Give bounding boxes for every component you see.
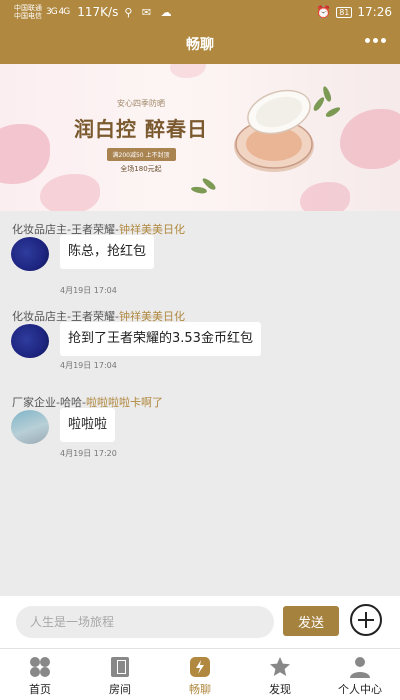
petal-decoration [340, 109, 400, 169]
tab-chat[interactable]: 畅聊 [160, 649, 240, 700]
petal-decoration [300, 182, 350, 211]
clock: 17:26 [357, 5, 392, 19]
tab-label: 个人中心 [338, 683, 382, 696]
network-speed: 117K/s [77, 5, 119, 19]
star-icon [270, 657, 290, 676]
send-button[interactable]: 发送 [283, 606, 339, 636]
status-bar: 中国联通 中国电信 3G 4G 117K/s ⚲ ✉ ☁ ⏰ 81 17:26 [0, 0, 400, 24]
promo-banner[interactable]: 安心四季防晒 润白控 醉春日 满200减50 上不封顶 全场180元起 [0, 64, 400, 211]
bottom-tab-bar: 首页 房间 畅聊 发现 个人中心 [0, 648, 400, 700]
banner-copy: 安心四季防晒 润白控 醉春日 满200减50 上不封顶 全场180元起 [66, 98, 216, 174]
avatar[interactable] [11, 410, 49, 444]
battery-icon: 81 [336, 6, 353, 18]
message-input[interactable] [16, 606, 274, 638]
tab-discover[interactable]: 发现 [240, 649, 320, 700]
banner-subtitle: 安心四季防晒 [117, 99, 165, 108]
tab-home[interactable]: 首页 [0, 649, 80, 700]
petal-decoration [0, 124, 50, 184]
petal-decoration [170, 64, 206, 78]
signal-icon: 3G 4G [46, 7, 70, 17]
message-time: 4月19日 17:04 [60, 286, 117, 295]
banner-price-note: 全场180元起 [120, 165, 162, 173]
status-right: ⏰ 81 17:26 [316, 5, 392, 19]
tab-label: 房间 [109, 683, 131, 696]
home-grid-icon [30, 657, 50, 677]
top-bar: 中国联通 中国电信 3G 4G 117K/s ⚲ ✉ ☁ ⏰ 81 17:26 … [0, 0, 400, 64]
tab-label: 畅聊 [189, 683, 211, 696]
chat-bolt-icon [190, 657, 210, 677]
message-input-bar: 发送 [0, 596, 400, 648]
more-icon[interactable] [365, 38, 386, 43]
banner-slogan: 润白控 醉春日 [74, 117, 208, 141]
notification-icons: ⚲ ✉ ☁ [124, 5, 175, 19]
banner-promo: 满200减50 上不封顶 [106, 148, 176, 161]
chat-list[interactable]: 化妆品店主-王者荣耀-钟祥美美日化 陈总，抢红包 4月19日 17:04 化妆品… [0, 211, 400, 596]
carrier-2: 中国电信 [14, 12, 42, 20]
tab-label: 首页 [29, 683, 51, 696]
message-bubble: 啦啦啦 [60, 408, 116, 442]
tab-profile[interactable]: 个人中心 [320, 649, 400, 700]
leaf-decoration [324, 105, 342, 119]
carrier-labels: 中国联通 中国电信 [14, 4, 42, 20]
avatar[interactable] [11, 324, 49, 358]
carrier-1: 中国联通 [14, 4, 42, 12]
cushion-compact-image [234, 89, 314, 172]
alarm-icon: ⏰ [316, 5, 332, 19]
message-time: 4月19日 17:20 [60, 449, 117, 458]
avatar[interactable] [11, 237, 49, 271]
leaf-decoration [190, 185, 208, 195]
message-bubble: 陈总，抢红包 [60, 235, 155, 269]
person-icon [350, 657, 370, 678]
add-icon[interactable] [350, 604, 382, 636]
message-time: 4月19日 17:04 [60, 361, 117, 370]
message-bubble: 抢到了王者荣耀的3.53金币红包 [60, 322, 261, 356]
tab-label: 发现 [269, 683, 291, 696]
petal-decoration [40, 174, 100, 211]
page-title: 畅聊 [186, 37, 214, 53]
tab-room[interactable]: 房间 [80, 649, 160, 700]
app-header: 畅聊 [0, 24, 400, 64]
room-icon [111, 657, 129, 677]
